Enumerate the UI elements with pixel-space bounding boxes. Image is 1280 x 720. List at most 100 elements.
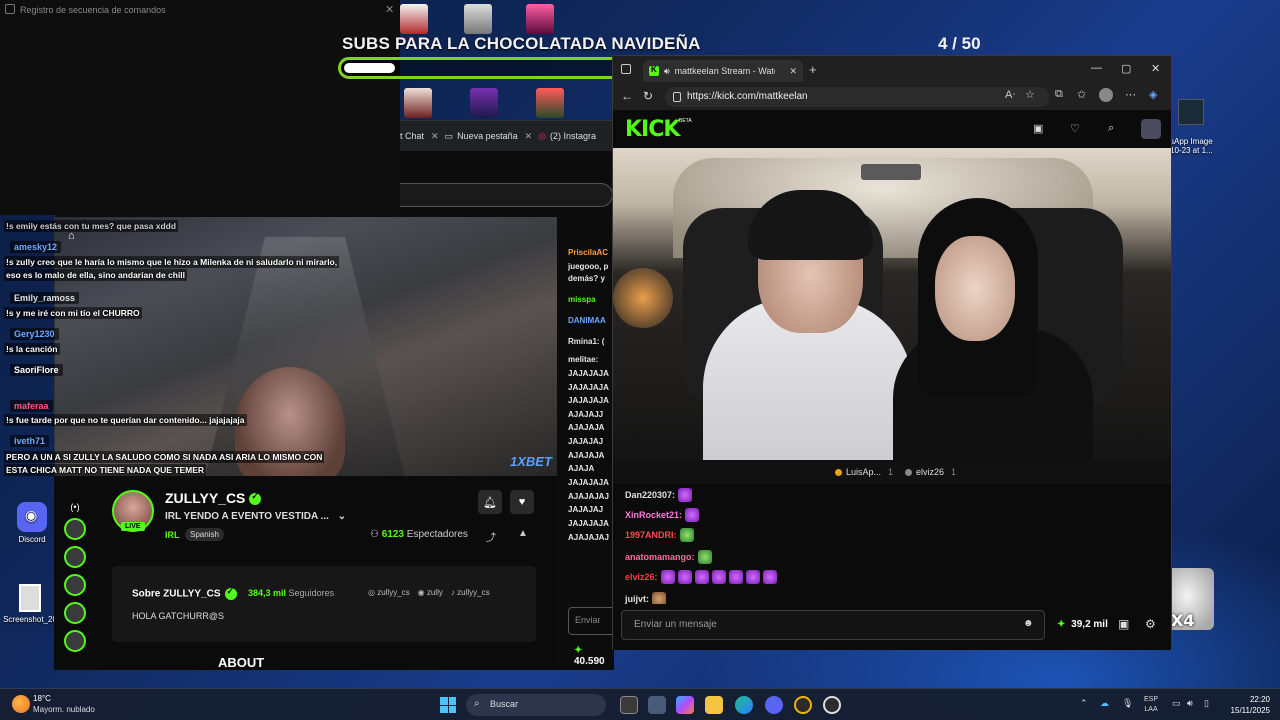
report-icon[interactable]: ▲: [518, 528, 528, 539]
channel-avatar[interactable]: [64, 630, 86, 652]
left-chat-line: JAJAJAJA: [568, 519, 609, 528]
edge-app-icon[interactable]: [735, 696, 753, 714]
tab-new[interactable]: ▭ Nueva pestaña ✕: [445, 131, 533, 142]
chat-username[interactable]: elviz26:: [625, 572, 658, 582]
minimize-icon[interactable]: —: [1091, 62, 1102, 74]
log-close-icon[interactable]: ✕: [385, 3, 394, 16]
tab-actions-icon[interactable]: [621, 64, 631, 74]
weather-temperature[interactable]: 18°C: [33, 694, 51, 703]
bell-icon: 🔔︎: [483, 496, 497, 509]
cloud-icon[interactable]: ☁: [1100, 698, 1109, 709]
channel-avatar[interactable]: [64, 546, 86, 568]
obs-app-icon[interactable]: [823, 696, 841, 714]
instagram-link[interactable]: ◎ zullyy_cs: [368, 588, 410, 597]
maximize-icon[interactable]: ▢: [1121, 62, 1131, 75]
kick-beta-label: BETA: [679, 118, 692, 124]
chevron-down-icon[interactable]: ⌄: [338, 511, 346, 522]
close-icon[interactable]: ✕: [431, 131, 439, 142]
store-app-icon[interactable]: [648, 696, 666, 714]
chevron-up-icon[interactable]: ⌃: [1080, 698, 1088, 709]
category-link[interactable]: IRL: [165, 530, 180, 540]
favorites-icon[interactable]: ✩: [1077, 88, 1086, 101]
user-avatar[interactable]: [1141, 119, 1161, 139]
heart-icon: ♥: [518, 496, 526, 508]
profile-avatar-icon[interactable]: [1099, 88, 1113, 102]
emoji-icon[interactable]: ☻: [1023, 618, 1034, 629]
overlay-chat-username[interactable]: amesky12: [10, 241, 62, 253]
windows-start-icon[interactable]: [440, 697, 456, 713]
kick-logo[interactable]: KICK: [625, 117, 680, 142]
top-gifter-1[interactable]: LuisAp... 1: [835, 467, 893, 477]
overlay-chat-username[interactable]: iveth71: [10, 435, 50, 447]
store-icon[interactable]: ▣: [1033, 122, 1043, 135]
speaker-icon[interactable]: 🔊︎: [664, 66, 670, 77]
read-aloud-icon[interactable]: Aᐧ: [1005, 88, 1015, 101]
search-icon[interactable]: ⌕: [1108, 122, 1114, 135]
overlay-chat-username[interactable]: SaoriFlore: [10, 364, 63, 376]
copilot-app-icon[interactable]: [676, 696, 694, 714]
chat-username[interactable]: juijvt:: [625, 594, 649, 604]
top-gifter-2[interactable]: elviz26 1: [905, 467, 956, 477]
live-broadcast-icon[interactable]: (•): [70, 502, 79, 512]
tab-kick-stream[interactable]: 🔊︎ mattkeelan Stream - Watch L ✕: [643, 60, 803, 82]
input-language[interactable]: ESP LAA: [1144, 695, 1158, 715]
tab-instagram[interactable]: ◎ (2) Instagra: [538, 131, 596, 142]
copilot-icon[interactable]: ◈: [1149, 88, 1157, 101]
taskbar-search[interactable]: ⌕ Buscar: [466, 694, 606, 716]
whatsapp-image-desktop-icon[interactable]: sApp Image 10-23 at 1...: [1170, 90, 1230, 155]
address-bar[interactable]: https://kick.com/mattkeelan: [665, 87, 1049, 107]
chat-username[interactable]: 1997ANDRI:: [625, 530, 677, 540]
more-menu-icon[interactable]: ⋯: [1125, 88, 1136, 101]
new-tab-icon[interactable]: +: [809, 62, 817, 77]
refresh-icon[interactable]: ↻: [643, 89, 653, 103]
language-tag[interactable]: Spanish: [185, 528, 224, 541]
follow-heart-button[interactable]: ♥: [510, 490, 534, 514]
weather-icon[interactable]: [12, 695, 30, 713]
discord-app-icon[interactable]: [765, 696, 783, 714]
channel-points[interactable]: ✦ 39,2 mil: [1057, 619, 1108, 630]
about-title: Sobre ZULLYY_CS: [132, 586, 237, 600]
app-icon[interactable]: [794, 696, 812, 714]
settings-gear-icon[interactable]: ⚙: [1145, 617, 1156, 631]
share-icon[interactable]: ⤴: [486, 529, 496, 544]
chat-username[interactable]: Dan220307:: [625, 490, 675, 500]
microphone-icon[interactable]: 🎙︎: [1122, 698, 1133, 709]
volume-icon[interactable]: 🔊︎: [1187, 698, 1193, 709]
weather-description[interactable]: Mayorm. nublado: [33, 705, 95, 714]
store-icon[interactable]: ▣: [1118, 617, 1129, 631]
chat-username[interactable]: XinRocket21:: [625, 510, 682, 520]
overlay-chat-username[interactable]: Gery1230: [10, 328, 59, 340]
heart-icon[interactable]: ♡: [1070, 122, 1080, 135]
favorite-star-icon[interactable]: ☆: [1025, 88, 1035, 101]
points-icon: ✦: [574, 645, 583, 656]
back-arrow-icon[interactable]: ←: [621, 89, 633, 103]
extensions-icon[interactable]: ⧉: [1055, 88, 1063, 101]
taskbar-clock[interactable]: 22:20 15/11/2025: [1222, 694, 1270, 716]
task-view-icon[interactable]: [620, 696, 638, 714]
screenshot-desktop-icon[interactable]: Screenshot_20: [2, 584, 58, 624]
channel-avatar[interactable]: [64, 518, 86, 540]
discord-link[interactable]: ◉ zully: [418, 588, 443, 597]
notification-bell-button[interactable]: 🔔︎: [478, 490, 502, 514]
edge-titlebar: 🔊︎ mattkeelan Stream - Watch L ✕ + — ▢ ✕: [613, 56, 1171, 84]
overlay-chat-username[interactable]: maferaa: [10, 400, 53, 412]
discord-desktop-icon[interactable]: Discord: [10, 502, 54, 544]
battery-icon[interactable]: ▯: [1204, 698, 1209, 709]
left-chat-input[interactable]: Enviar: [568, 607, 614, 635]
chat-message-input[interactable]: Enviar un mensaje: [621, 610, 1045, 640]
kick-favicon-icon: [649, 65, 659, 76]
display-icon[interactable]: ▭: [1172, 698, 1181, 709]
tiktok-link[interactable]: ♪ zullyy_cs: [451, 588, 490, 597]
channel-avatar[interactable]: [64, 574, 86, 596]
channel-name[interactable]: ZULLYY_CS: [165, 490, 262, 506]
close-icon[interactable]: ✕: [789, 66, 797, 77]
overlay-chat-username[interactable]: Emily_ramoss: [10, 292, 80, 304]
close-window-icon[interactable]: ✕: [1151, 62, 1160, 75]
chat-username[interactable]: anatomamango:: [625, 552, 695, 562]
emote-icon: [711, 570, 726, 584]
kick-stream-video[interactable]: [613, 148, 1171, 460]
file-explorer-icon[interactable]: [705, 696, 723, 714]
image-file-icon: [1178, 99, 1204, 125]
channel-avatar[interactable]: [64, 602, 86, 624]
close-icon[interactable]: ✕: [525, 131, 533, 142]
